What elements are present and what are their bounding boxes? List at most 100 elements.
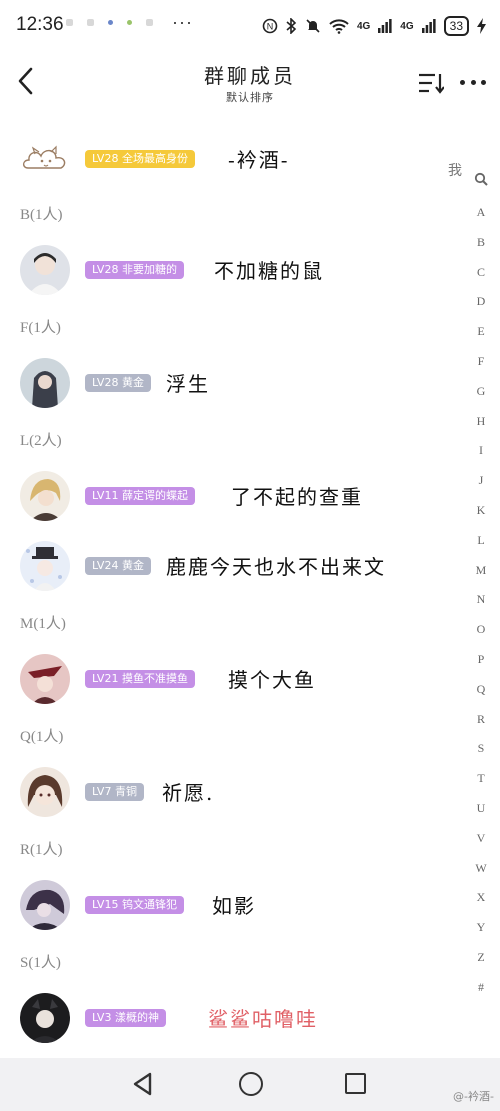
nav-recent-apps-icon[interactable] (345, 1073, 366, 1094)
alpha-index-letter[interactable]: B (477, 228, 485, 258)
alpha-index-letter[interactable]: M (476, 556, 487, 586)
alpha-index-letter[interactable]: N (477, 585, 486, 615)
member-row[interactable]: LV21 摸鱼不准摸鱼 摸个大鱼 (0, 648, 470, 710)
alpha-index-letter[interactable]: D (477, 287, 486, 317)
member-row[interactable]: LV3 漾概的神 鲨鲨咕噜哇 (0, 987, 470, 1049)
alpha-index-letter[interactable]: V (477, 824, 486, 854)
level-badge: LV24 黄金 (85, 557, 151, 575)
member-row[interactable]: LV7 青铜 祈愿. (0, 761, 470, 823)
alpha-index-letter[interactable]: Z (477, 943, 484, 973)
avatar (20, 541, 70, 591)
member-name: -衿酒- (228, 148, 290, 172)
mute-icon (306, 19, 320, 33)
more-options-icon[interactable] (460, 80, 486, 86)
search-icon[interactable] (474, 172, 488, 186)
level-badge: LV15 钨文通锋犯 (85, 896, 184, 914)
status-bar: 12:36 ··· N 4G 4G 33 (0, 0, 500, 52)
section-header-l: L(2人) (20, 433, 62, 449)
member-name: 浮生 (166, 372, 210, 396)
top-header: 群聊成员 默认排序 (0, 52, 500, 114)
avatar (20, 654, 70, 704)
avatar (20, 767, 70, 817)
avatar (20, 471, 70, 521)
avatar (22, 145, 66, 169)
nfc-icon: N (262, 18, 278, 34)
notification-icon (146, 19, 153, 26)
level-badge: LV3 漾概的神 (85, 1009, 166, 1027)
member-name: 摸个大鱼 (228, 668, 316, 692)
level-badge: LV28 黄金 (85, 374, 151, 392)
alpha-index-letter[interactable]: K (477, 496, 486, 526)
signal-4g-icon: 4G (356, 20, 371, 32)
member-name: 祈愿. (162, 781, 215, 805)
alpha-index-letter[interactable]: J (479, 466, 484, 496)
nav-back-icon[interactable] (132, 1072, 154, 1096)
status-time: 12:36 (16, 14, 64, 35)
status-more: ··· (172, 12, 193, 32)
alphabet-index[interactable]: A B C D E F G H I J K L M N O P Q R S T U V W X Y Z # (470, 172, 492, 1003)
section-header-q: Q(1人) (20, 729, 64, 745)
signal-bars-icon-2 (421, 19, 436, 33)
alpha-index-letter[interactable]: W (475, 854, 486, 884)
alpha-index-letter[interactable]: A (477, 198, 486, 228)
member-row[interactable]: LV11 薛定谔的蝶起 了不起的查重 (0, 465, 470, 527)
watermark: @-衿酒- (453, 1090, 494, 1103)
member-name: 鲨鲨咕噜哇 (208, 1007, 318, 1031)
member-row-self[interactable]: LV28 全场最高身份 -衿酒- 我 (0, 128, 470, 190)
member-name: 如影 (212, 894, 256, 918)
alpha-index-letter[interactable]: Q (477, 675, 486, 705)
notification-icons (66, 19, 153, 26)
notification-icon (66, 19, 73, 26)
alpha-index-letter[interactable]: O (477, 615, 486, 645)
system-navigation-bar: @-衿酒- (0, 1058, 500, 1111)
alpha-index-letter[interactable]: I (479, 436, 483, 466)
member-row[interactable]: LV28 非要加糖的 不加糖的鼠 (0, 239, 470, 301)
alpha-index-letter[interactable]: G (477, 377, 486, 407)
level-badge: LV28 全场最高身份 (85, 150, 195, 168)
member-name: 不加糖的鼠 (214, 259, 324, 283)
notification-icon (108, 20, 113, 25)
avatar (20, 245, 70, 295)
notification-icon (127, 20, 132, 25)
alpha-index-letter[interactable]: Y (477, 913, 486, 943)
alpha-index-letter[interactable]: # (478, 973, 484, 1003)
avatar (20, 993, 70, 1043)
level-badge: LV28 非要加糖的 (85, 261, 184, 279)
charging-icon (477, 18, 486, 34)
level-badge: LV21 摸鱼不准摸鱼 (85, 670, 195, 688)
alpha-index-letter[interactable]: C (477, 258, 485, 288)
member-name: 了不起的查重 (231, 485, 363, 509)
signal-4g-icon-2: 4G (400, 20, 414, 32)
notification-icon (87, 19, 94, 26)
alpha-index-letter[interactable]: H (477, 407, 486, 437)
member-row[interactable]: LV24 黄金 鹿鹿今天也水不出来文 (0, 535, 470, 597)
member-row[interactable]: LV28 黄金 浮生 (0, 352, 470, 414)
avatar (20, 358, 70, 408)
level-badge: LV7 青铜 (85, 783, 144, 801)
alpha-index-letter[interactable]: S (478, 734, 485, 764)
section-header-f: F(1人) (20, 320, 61, 336)
alpha-index-letter[interactable]: U (477, 794, 486, 824)
level-badge: LV11 薛定谔的蝶起 (85, 487, 195, 505)
alpha-index-letter[interactable]: P (478, 645, 485, 675)
nav-home-icon[interactable] (239, 1072, 263, 1096)
member-row[interactable]: LV15 钨文通锋犯 如影 (0, 874, 470, 936)
battery-icon: 33 (443, 16, 469, 36)
signal-bars-icon (378, 19, 392, 33)
status-right-icons: N 4G 4G 33 (262, 16, 486, 36)
alpha-index-letter[interactable]: F (478, 347, 485, 377)
section-header-m: M(1人) (20, 616, 66, 632)
member-name: 鹿鹿今天也水不出来文 (166, 555, 386, 579)
section-header-b: B(1人) (20, 207, 63, 223)
section-header-r: R(1人) (20, 842, 63, 858)
alpha-index-letter[interactable]: X (477, 883, 486, 913)
section-header-s: S(1人) (20, 955, 61, 971)
alpha-index-letter[interactable]: T (477, 764, 484, 794)
bluetooth-icon (286, 18, 297, 34)
alpha-index-letter[interactable]: L (477, 526, 484, 556)
me-label: 我 (448, 163, 462, 179)
sort-icon[interactable] (418, 72, 444, 94)
alpha-index-letter[interactable]: E (477, 317, 484, 347)
svg-text:N: N (267, 22, 274, 32)
alpha-index-letter[interactable]: R (477, 705, 485, 735)
